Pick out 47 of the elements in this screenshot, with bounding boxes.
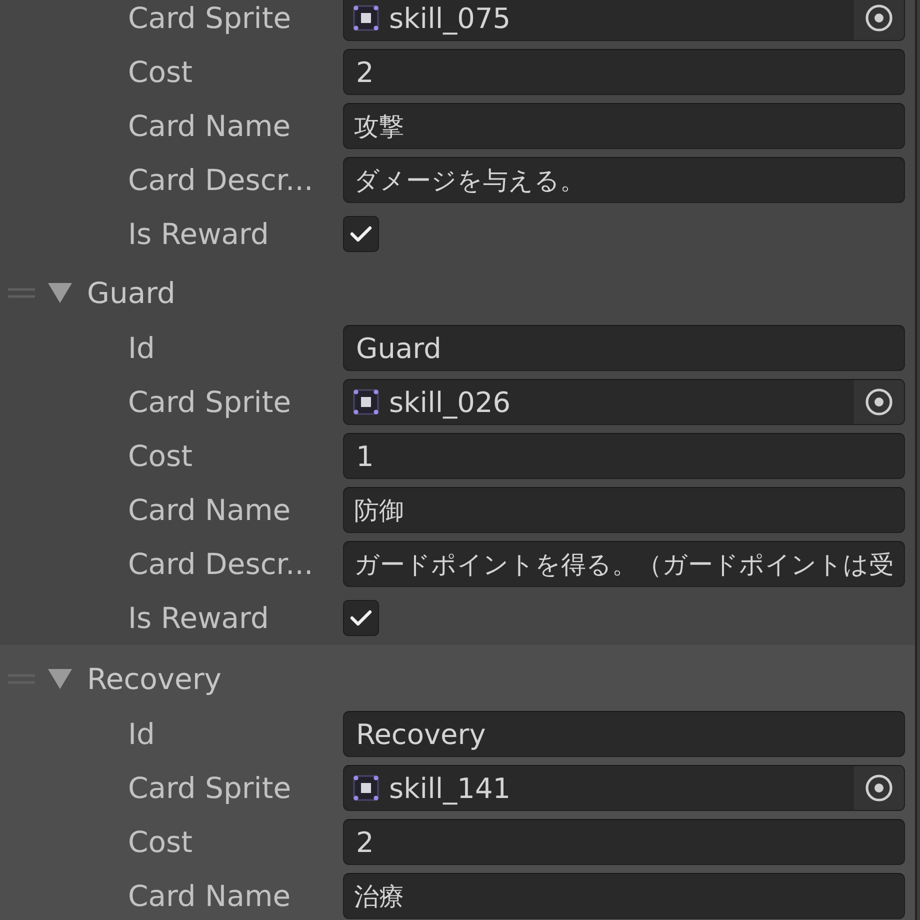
field-label: Is Reward (128, 216, 270, 252)
field-label: Cost (128, 54, 194, 90)
field-label: Id (128, 330, 156, 366)
field-label: Id (128, 716, 156, 752)
number-field[interactable]: 1 (343, 433, 905, 479)
number-field[interactable]: 2 (343, 49, 905, 95)
object-field[interactable]: skill_141 (343, 765, 905, 811)
target-icon (865, 774, 893, 802)
text-field[interactable]: ガードポイントを得る。（ガードポイントは受 (343, 541, 905, 587)
target-icon (865, 388, 893, 416)
text-field[interactable]: 攻撃 (343, 103, 905, 149)
field-label: Card Sprite (128, 0, 292, 36)
sprite-icon (353, 775, 379, 801)
field-label: Card Descr... (128, 162, 314, 198)
field-label: Card Sprite (128, 770, 292, 806)
checkbox[interactable] (343, 216, 379, 252)
object-picker-button[interactable] (854, 0, 904, 40)
drag-handle-icon[interactable] (8, 288, 35, 298)
checkmark-icon (350, 225, 372, 243)
target-icon (865, 4, 893, 32)
field-label: Card Sprite (128, 384, 292, 420)
list-element[interactable]: Recovery Id Recovery Card Sprite skill_141 Cost 2 Card Name 治療 (0, 645, 915, 920)
sprite-icon (353, 389, 379, 415)
object-picker-button[interactable] (854, 766, 904, 810)
checkmark-icon (350, 609, 372, 627)
text-field[interactable]: ダメージを与える。 (343, 157, 905, 203)
triangle-down-icon[interactable] (48, 283, 72, 303)
text-field[interactable]: Recovery (343, 711, 905, 757)
object-field[interactable]: skill_075 (343, 0, 905, 41)
number-field[interactable]: 2 (343, 819, 905, 865)
foldout-label[interactable]: Recovery (87, 662, 222, 696)
object-field[interactable]: skill_026 (343, 379, 905, 425)
field-label: Card Descr... (128, 546, 314, 582)
checkbox[interactable] (343, 600, 379, 636)
text-field[interactable]: Guard (343, 325, 905, 371)
field-label: Cost (128, 438, 194, 474)
text-field[interactable]: 防御 (343, 487, 905, 533)
triangle-down-icon[interactable] (48, 669, 72, 689)
foldout-label[interactable]: Guard (87, 276, 176, 310)
sprite-icon (353, 5, 379, 31)
field-label: Is Reward (128, 600, 270, 636)
text-field[interactable]: 治療 (343, 873, 905, 919)
field-label: Cost (128, 824, 194, 860)
object-picker-button[interactable] (854, 380, 904, 424)
field-label: Card Name (128, 108, 292, 144)
field-label: Card Name (128, 878, 292, 914)
field-label: Card Name (128, 492, 292, 528)
